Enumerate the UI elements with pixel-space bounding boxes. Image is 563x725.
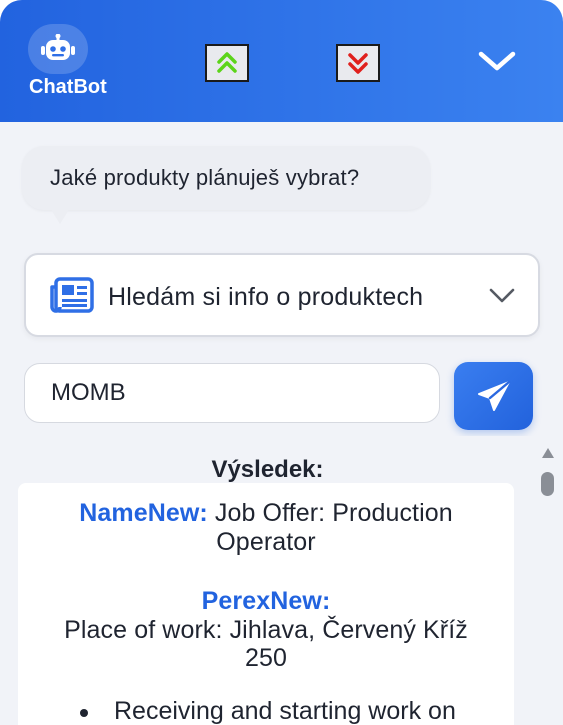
bot-message: Jaké produkty plánuješ vybrat?	[22, 146, 430, 210]
message-input[interactable]	[24, 363, 440, 423]
chevron-down-icon	[489, 288, 515, 303]
perex-key: PerexNew:	[201, 587, 331, 615]
name-value-continued: Operator	[216, 528, 316, 556]
send-button[interactable]	[454, 362, 533, 430]
result-scrollbar[interactable]	[535, 436, 563, 725]
name-value: Job Offer: Production	[214, 499, 453, 527]
scrollbar-up-arrow[interactable]	[542, 448, 554, 458]
double-chevron-down-icon	[348, 53, 368, 74]
name-key: NameNew:	[79, 499, 208, 527]
robot-icon	[28, 24, 88, 74]
perex-value-continued: 250	[244, 644, 287, 672]
scrollbar-thumb[interactable]	[541, 472, 554, 496]
bot-message-text: Jaké produkty plánuješ vybrat?	[50, 165, 360, 190]
chatbot-header: ChatBot	[0, 0, 563, 122]
chevron-down-icon	[478, 51, 516, 71]
bot-message-tail	[50, 208, 70, 224]
topic-select-value: Hledám si info o produktech	[108, 283, 424, 311]
result-title: Výsledek:	[211, 456, 324, 483]
result-panel: Výsledek: NameNew: Job Offer: Production…	[0, 436, 535, 725]
perex-value: Place of work: Jihlava, Červený Kříž	[64, 616, 468, 644]
result-card: NameNew: Job Offer: Production Operator …	[18, 483, 514, 725]
chatbot-widget: ChatBot Jaké produkty plánuješ vybrat? H…	[0, 0, 563, 725]
double-chevron-up-icon	[217, 52, 237, 73]
list-bullet	[80, 709, 88, 717]
topic-select[interactable]: Hledám si info o produktech	[24, 253, 540, 337]
scroll-down-button[interactable]	[336, 44, 380, 82]
list-item: Receiving and starting work on	[114, 697, 456, 725]
scroll-up-button[interactable]	[205, 44, 249, 82]
collapse-button[interactable]	[474, 40, 520, 82]
brand-label: ChatBot	[29, 76, 107, 98]
name-line: NameNew: Job Offer: Production	[18, 499, 514, 528]
paper-plane-icon	[477, 380, 510, 411]
newspaper-icon	[50, 277, 94, 313]
